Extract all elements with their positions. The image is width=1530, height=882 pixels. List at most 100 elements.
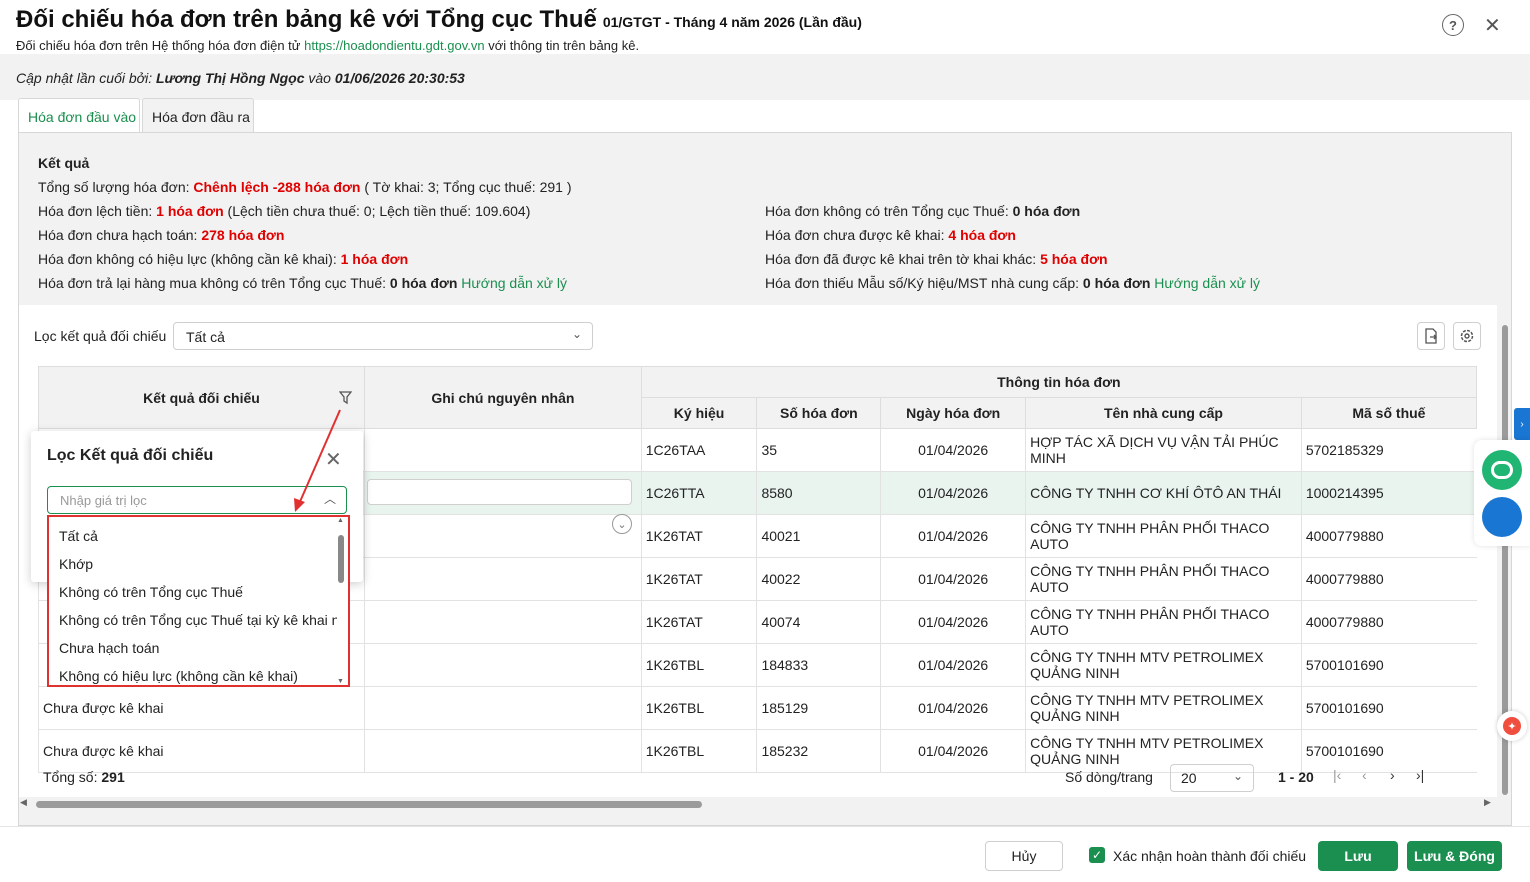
dialog-description: Đối chiếu hóa đơn trên Hệ thống hóa đơn …: [16, 38, 640, 53]
cell-supplier: HỢP TÁC XÃ DỊCH VỤ VẬN TẢI PHÚC MINH: [1025, 428, 1302, 472]
col-taxcode[interactable]: Mã số thuế: [1300, 397, 1478, 429]
cell-date: 01/04/2026: [880, 600, 1026, 644]
gdt-link[interactable]: https://hoadondientu.gdt.gov.vn: [304, 38, 484, 53]
page-range: 1 - 20: [1278, 769, 1314, 785]
col-date[interactable]: Ngày hóa đơn: [880, 397, 1027, 429]
cell-taxcode: 5700101690: [1300, 729, 1477, 773]
cell-supplier: CÔNG TY TNHH MTV PETROLIMEX QUẢNG NINH: [1025, 686, 1302, 730]
close-icon[interactable]: ✕: [1484, 13, 1501, 38]
tab-output-invoices[interactable]: Hóa đơn đầu ra: [142, 98, 254, 132]
cell-date: 01/04/2026: [880, 643, 1026, 687]
cell-date: 01/04/2026: [880, 686, 1026, 730]
filter-option[interactable]: Khớp: [49, 545, 337, 573]
confirm-checkbox[interactable]: ✓: [1089, 847, 1105, 863]
cell-number: 184833: [756, 643, 881, 687]
filter-option[interactable]: Tất cả: [49, 517, 337, 545]
prev-page-icon[interactable]: ‹: [1362, 767, 1367, 783]
last-page-icon[interactable]: ›|: [1416, 767, 1424, 783]
cell-number: 40022: [756, 557, 881, 601]
results-title: Kết quả: [38, 155, 90, 171]
cell-taxcode: 5700101690: [1300, 643, 1477, 687]
guide-link[interactable]: Hướng dẫn xử lý: [461, 275, 567, 291]
support-icon[interactable]: [1482, 497, 1522, 537]
filter-option[interactable]: Không có trên Tổng cục Thuế: [49, 573, 337, 601]
chevron-down-icon: ⌄: [571, 327, 582, 341]
annotation-arrow: [294, 409, 341, 512]
cell-note: [364, 686, 642, 730]
filter-option[interactable]: Không có hiệu lực (không cần kê khai): [49, 657, 337, 685]
cell-note: [364, 428, 642, 472]
settings-icon[interactable]: [1453, 322, 1481, 350]
cell-note: [364, 514, 642, 558]
confirm-label: Xác nhận hoàn thành đối chiếu: [1113, 848, 1307, 864]
rows-per-page-select[interactable]: 20 ⌄: [1170, 764, 1254, 792]
cell-note: [364, 729, 642, 773]
cell-symbol: 1K26TAT: [640, 514, 757, 558]
cell-taxcode: 1000214395: [1300, 471, 1477, 515]
cell-date: 01/04/2026: [880, 428, 1026, 472]
cell-number: 35: [756, 428, 881, 472]
cell-result: Chưa được kê khai: [37, 686, 365, 730]
result-money-diff: Hóa đơn lệch tiền: 1 hóa đơn (Lệch tiền …: [38, 203, 531, 219]
rows-per-page-label: Số dòng/trang: [1065, 769, 1153, 785]
cell-number: 8580: [756, 471, 881, 515]
first-page-icon[interactable]: |‹: [1333, 767, 1341, 783]
filter-label: Lọc kết quả đối chiếu: [34, 328, 167, 344]
result-returns: Hóa đơn trả lại hàng mua không có trên T…: [38, 275, 568, 291]
total-count: Tổng số: 291: [43, 769, 125, 785]
save-button[interactable]: Lưu: [1318, 841, 1398, 871]
filter-popup-title: Lọc Kết quả đối chiếu: [47, 447, 214, 464]
cell-taxcode: 5702185329: [1300, 428, 1477, 472]
col-note-header[interactable]: Ghi chú nguyên nhân: [364, 366, 642, 429]
tab-input-invoices[interactable]: Hóa đơn đầu vào: [18, 98, 140, 134]
cell-date: 01/04/2026: [880, 557, 1026, 601]
export-icon[interactable]: [1417, 322, 1445, 350]
cell-symbol: 1K26TAT: [640, 557, 757, 601]
cell-symbol: 1K26TBL: [640, 643, 757, 687]
cell-supplier: CÔNG TY TNHH MTV PETROLIMEX QUẢNG NINH: [1025, 729, 1302, 773]
ai-assistant-icon[interactable]: ✦: [1497, 711, 1527, 741]
cell-note: [364, 643, 642, 687]
chevron-down-icon: ⌄: [1232, 769, 1243, 783]
cancel-button[interactable]: Hủy: [985, 841, 1063, 871]
cell-taxcode: 5700101690: [1300, 686, 1477, 730]
chatbot-icon[interactable]: [1482, 450, 1522, 490]
cell-date: 01/04/2026: [880, 471, 1026, 515]
cell-number: 185232: [756, 729, 881, 773]
cell-supplier: CÔNG TY TNHH PHÂN PHỐI THACO AUTO: [1025, 600, 1302, 644]
dropdown-scrollbar[interactable]: ▲ ▼: [337, 517, 345, 685]
cell-date: 01/04/2026: [880, 514, 1026, 558]
result-other-declaration: Hóa đơn đã được kê khai trên tờ khai khá…: [765, 251, 1108, 267]
note-input[interactable]: [367, 479, 632, 505]
result-unposted: Hóa đơn chưa hạch toán: 278 hóa đơn: [38, 227, 285, 243]
cell-number: 40074: [756, 600, 881, 644]
cell-number: 40021: [756, 514, 881, 558]
invoice-info-group: Thông tin hóa đơn: [640, 366, 1478, 398]
horizontal-scrollbar[interactable]: ◀ ▶: [18, 797, 1498, 811]
table-row[interactable]: Chưa được kê khai 1K26TBL 185232 01/04/2026…: [37, 729, 1477, 773]
col-symbol[interactable]: Ký hiệu: [640, 397, 758, 429]
side-expand-tab[interactable]: ›: [1514, 408, 1530, 440]
help-icon[interactable]: ?: [1442, 14, 1464, 36]
expand-circle-icon[interactable]: ⌄: [612, 514, 632, 534]
cell-note: [364, 557, 642, 601]
cell-supplier: CÔNG TY TNHH PHÂN PHỐI THACO AUTO: [1025, 557, 1302, 601]
cell-note: [364, 600, 642, 644]
table-row[interactable]: Chưa được kê khai 1K26TBL 185129 01/04/2026…: [37, 686, 1477, 730]
cell-supplier: CÔNG TY TNHH CƠ KHÍ ÔTÔ AN THÁI: [1025, 471, 1302, 515]
filter-option[interactable]: Chưa hạch toán: [49, 629, 337, 657]
cell-symbol: 1K26TAT: [640, 600, 757, 644]
col-supplier[interactable]: Tên nhà cung cấp: [1025, 397, 1302, 429]
filter-option[interactable]: Không có trên Tổng cục Thuế tại kỳ kê kh…: [49, 601, 337, 629]
dialog-subtitle: 01/GTGT - Tháng 4 năm 2026 (Lần đầu): [602, 14, 862, 30]
col-number[interactable]: Số hóa đơn: [756, 397, 882, 429]
dialog-title: Đối chiếu hóa đơn trên bảng kê với Tổng …: [16, 6, 862, 33]
result-missing-info: Hóa đơn thiếu Mẫu số/Ký hiệu/MST nhà cun…: [765, 275, 1261, 291]
next-page-icon[interactable]: ›: [1390, 767, 1395, 783]
guide-link[interactable]: Hướng dẫn xử lý: [1154, 275, 1260, 291]
last-update: Cập nhật lần cuối bởi: Lương Thị Hồng Ng…: [16, 70, 465, 86]
cell-symbol: 1C26TAA: [640, 428, 757, 472]
save-close-button[interactable]: Lưu & Đóng: [1407, 841, 1502, 871]
cell-result: Chưa được kê khai: [37, 729, 365, 773]
filter-select[interactable]: Tất cả ⌄: [173, 322, 593, 350]
